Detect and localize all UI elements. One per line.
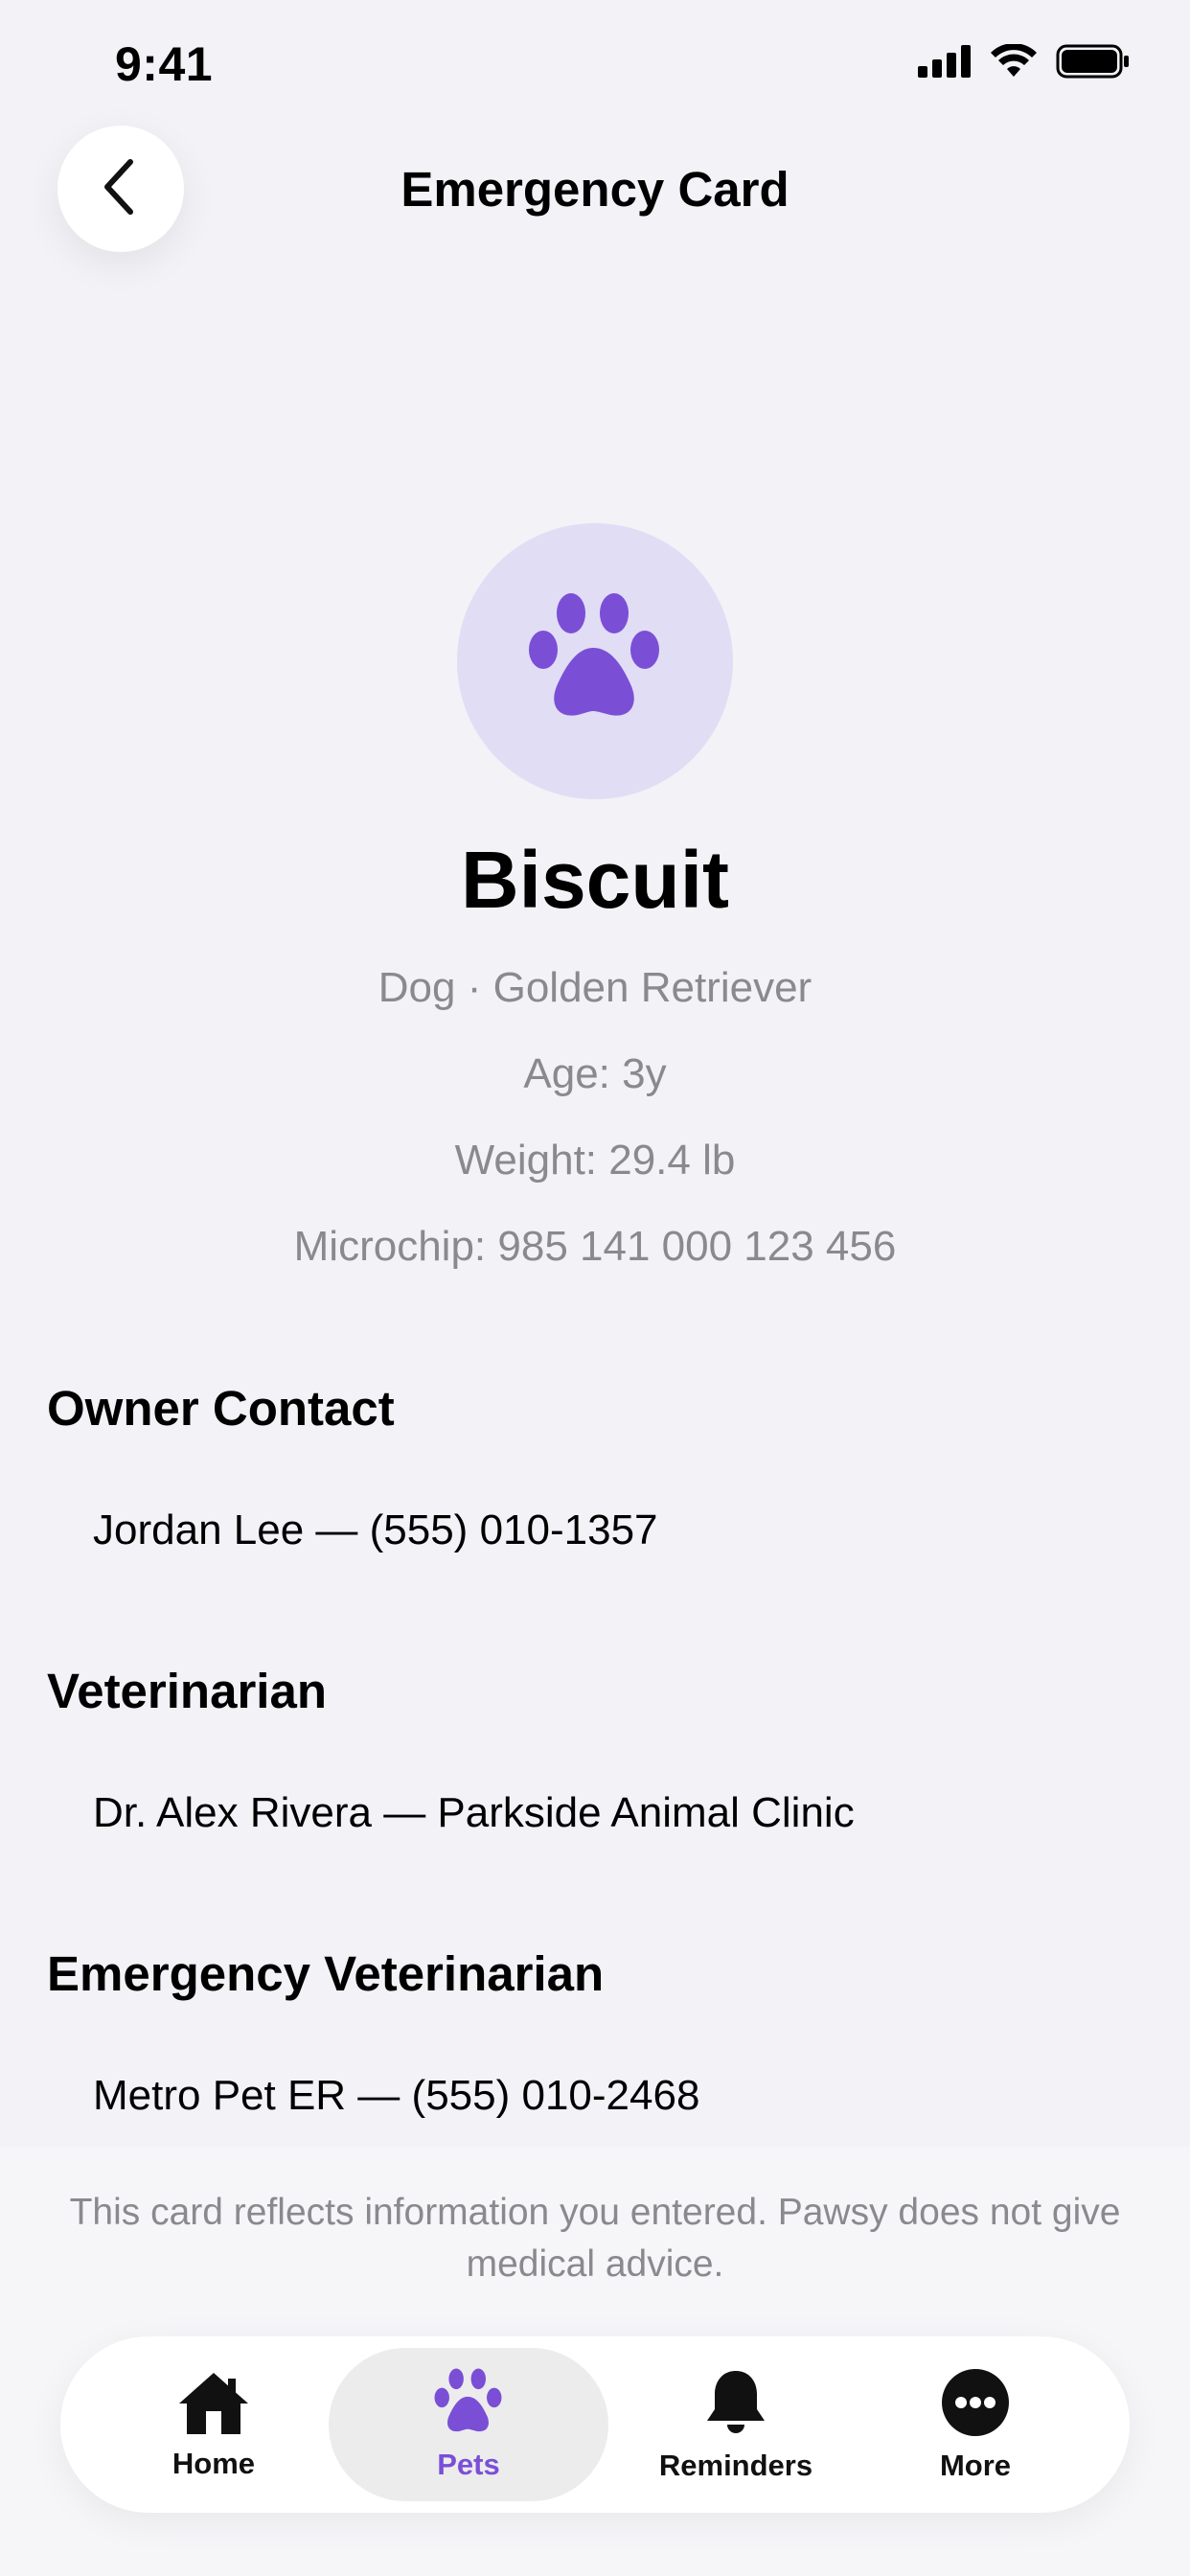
pet-weight: Weight: 29.4 lb xyxy=(454,1137,736,1184)
paw-icon xyxy=(432,2368,505,2442)
bell-icon xyxy=(702,2367,769,2443)
cellular-signal-icon xyxy=(918,45,972,82)
paw-icon xyxy=(528,592,662,731)
tab-reminders-label: Reminders xyxy=(658,2448,813,2482)
tab-pets[interactable]: Pets xyxy=(329,2348,608,2501)
owner-contact-value[interactable]: Jordan Lee — (555) 010-1357 xyxy=(93,1506,658,1554)
tab-bar: Home Pets Reminders More xyxy=(60,2336,1130,2513)
tab-reminders[interactable]: Reminders xyxy=(626,2348,846,2501)
pet-avatar xyxy=(457,523,733,799)
house-icon xyxy=(175,2369,252,2441)
veterinarian-value[interactable]: Dr. Alex Rivera — Parkside Animal Clinic xyxy=(93,1789,855,1837)
section-title-owner-contact: Owner Contact xyxy=(47,1381,395,1436)
tab-pets-label: Pets xyxy=(437,2447,500,2481)
tab-home[interactable]: Home xyxy=(118,2348,309,2501)
status-icons xyxy=(918,43,1131,83)
ellipsis-circle-icon xyxy=(940,2367,1011,2443)
tab-home-label: Home xyxy=(172,2446,256,2480)
tab-more[interactable]: More xyxy=(880,2348,1071,2501)
section-title-veterinarian: Veterinarian xyxy=(47,1664,327,1718)
status-bar: 9:41 xyxy=(0,0,1190,125)
status-time: 9:41 xyxy=(115,37,214,91)
page-title: Emergency Card xyxy=(400,162,790,217)
pet-species-breed: Dog · Golden Retriever xyxy=(378,964,812,1011)
tab-more-label: More xyxy=(939,2448,1012,2482)
battery-icon xyxy=(1056,44,1131,83)
pet-name: Biscuit xyxy=(460,835,730,925)
section-title-emergency-veterinarian: Emergency Veterinarian xyxy=(47,1946,605,2001)
pet-age: Age: 3y xyxy=(523,1050,667,1097)
disclaimer-text: This card reflects information you enter… xyxy=(69,2192,1121,2285)
pet-microchip: Microchip: 985 141 000 123 456 xyxy=(293,1223,897,1270)
emergency-veterinarian-value[interactable]: Metro Pet ER — (555) 010-2468 xyxy=(93,2072,699,2120)
wifi-icon xyxy=(991,43,1037,83)
